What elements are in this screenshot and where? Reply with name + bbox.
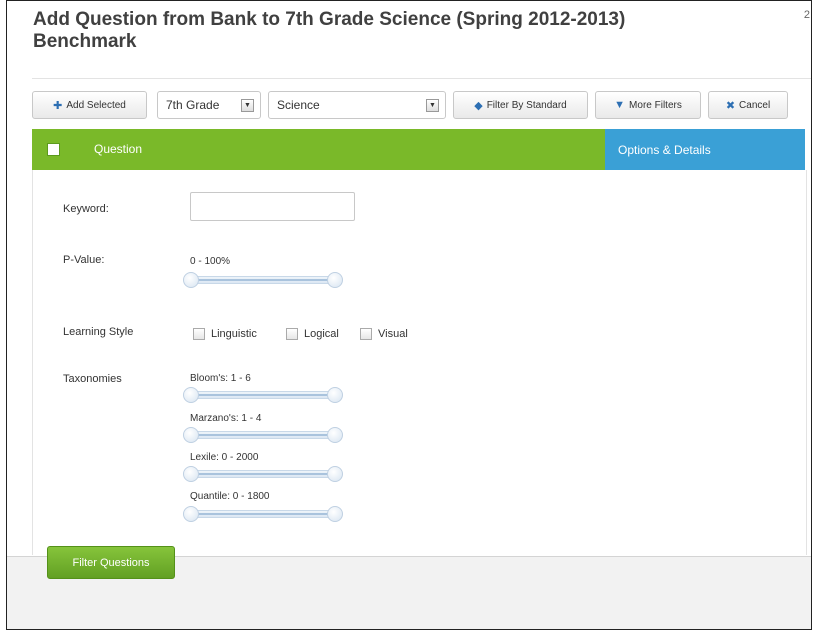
tag-icon: ◆ (474, 99, 483, 112)
corner-label: 2 (803, 9, 810, 21)
cancel-button[interactable]: ✖ Cancel (708, 91, 788, 119)
question-column-header: Question (32, 129, 605, 170)
quantile-range: Quantile: 0 - 1800 (190, 491, 270, 502)
filter-panel: Keyword: P-Value: 0 - 100% Learning Styl… (32, 170, 807, 555)
grade-select[interactable]: 7th Grade ▼ (157, 91, 261, 119)
slider-range-fill (196, 434, 330, 436)
pvalue-slider[interactable] (183, 272, 343, 288)
chevron-down-icon[interactable]: ▼ (426, 99, 439, 112)
table-header: Question Options & Details (32, 129, 805, 170)
keyword-label: Keyword: (63, 203, 109, 215)
learning-style-linguistic[interactable]: Linguistic (193, 328, 257, 340)
slider-range-fill (196, 279, 330, 281)
marzanos-range: Marzano's: 1 - 4 (190, 413, 262, 424)
blooms-slider[interactable] (183, 387, 343, 403)
add-question-dialog: Add Question from Bank to 7th Grade Scie… (7, 1, 811, 557)
subject-select[interactable]: Science ▼ (268, 91, 446, 119)
keyword-input[interactable] (190, 192, 355, 221)
options-details-label: Options & Details (618, 142, 711, 157)
learning-style-logical[interactable]: Logical (286, 328, 339, 340)
dialog-title-line1: Add Question from Bank to 7th Grade Scie… (33, 9, 626, 30)
learning-style-linguistic-label: Linguistic (211, 328, 257, 340)
more-filters-label: More Filters (629, 99, 682, 111)
blooms-range: Bloom's: 1 - 6 (190, 373, 251, 384)
filter-by-standard-label: Filter By Standard (486, 99, 567, 111)
more-filters-button[interactable]: ▼ More Filters (595, 91, 701, 119)
slider-min-handle[interactable] (183, 427, 199, 443)
lexile-slider[interactable] (183, 466, 343, 482)
quantile-slider[interactable] (183, 506, 343, 522)
add-selected-label: Add Selected (66, 99, 126, 111)
slider-min-handle[interactable] (183, 272, 199, 288)
lexile-range: Lexile: 0 - 2000 (190, 452, 259, 463)
slider-max-handle[interactable] (327, 427, 343, 443)
pvalue-label: P-Value: (63, 254, 105, 266)
add-selected-button[interactable]: ✚ Add Selected (32, 91, 147, 119)
learning-style-visual-label: Visual (378, 328, 408, 340)
grade-select-value: 7th Grade (166, 98, 220, 112)
filter-questions-button[interactable]: Filter Questions (47, 546, 175, 579)
window-frame: Add Question from Bank to 7th Grade Scie… (6, 0, 812, 630)
slider-max-handle[interactable] (327, 466, 343, 482)
slider-min-handle[interactable] (183, 506, 199, 522)
plus-icon: ✚ (53, 99, 63, 112)
learning-style-label: Learning Style (63, 326, 134, 338)
slider-range-fill (196, 394, 330, 396)
slider-range-fill (196, 473, 330, 475)
slider-max-handle[interactable] (327, 272, 343, 288)
marzanos-slider[interactable] (183, 427, 343, 443)
subject-select-value: Science (277, 98, 320, 112)
dialog-title: Add Question from Bank to 7th Grade Scie… (33, 9, 733, 53)
slider-min-handle[interactable] (183, 387, 199, 403)
toolbar: ✚ Add Selected 7th Grade ▼ Science ▼ ◆ F… (32, 78, 811, 119)
options-details-header[interactable]: Options & Details (605, 129, 805, 170)
slider-max-handle[interactable] (327, 506, 343, 522)
pvalue-range: 0 - 100% (190, 256, 231, 267)
dialog-title-line2: Benchmark (33, 31, 137, 52)
x-icon: ✖ (725, 99, 736, 112)
learning-style-visual[interactable]: Visual (360, 328, 408, 340)
cancel-label: Cancel (739, 99, 771, 111)
taxonomies-label: Taxonomies (63, 373, 122, 385)
funnel-icon: ▼ (614, 99, 626, 111)
learning-style-logical-label: Logical (304, 328, 339, 340)
slider-min-handle[interactable] (183, 466, 199, 482)
slider-max-handle[interactable] (327, 387, 343, 403)
select-all-checkbox[interactable] (47, 143, 60, 156)
filter-by-standard-button[interactable]: ◆ Filter By Standard (453, 91, 588, 119)
question-header-label: Question (94, 142, 143, 156)
chevron-down-icon[interactable]: ▼ (241, 99, 254, 112)
checkbox[interactable] (193, 328, 205, 340)
slider-range-fill (196, 513, 330, 515)
checkbox[interactable] (360, 328, 372, 340)
checkbox[interactable] (286, 328, 298, 340)
